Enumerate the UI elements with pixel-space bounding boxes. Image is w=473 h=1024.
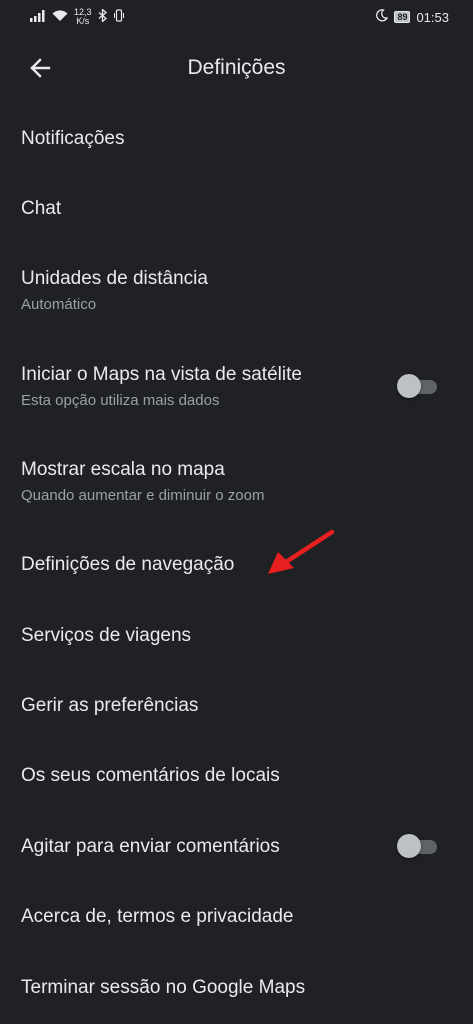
battery-icon: 89 [394, 11, 411, 23]
page-title: Definições [187, 56, 286, 79]
settings-item-map-scale[interactable]: Mostrar escala no mapa Quando aumentar e… [0, 459, 473, 504]
settings-item-subtitle: Quando aumentar e diminuir o zoom [21, 487, 265, 504]
settings-item-title: Terminar sessão no Google Maps [21, 977, 306, 998]
settings-item-title: Definições de navegação [21, 554, 235, 575]
vibrate-icon [113, 9, 124, 25]
status-bar: 12,3 K/s 89 01:53 [0, 0, 473, 34]
settings-item-satellite-view[interactable]: Iniciar o Maps na vista de satélite Esta… [0, 364, 473, 420]
toggle-thumb [397, 834, 421, 858]
settings-item-about[interactable]: Acerca de, termos e privacidade [0, 906, 473, 928]
app-bar: Definições [0, 34, 473, 106]
settings-item-shake-feedback[interactable]: Agitar para enviar comentários [0, 834, 473, 866]
settings-item-subtitle: Automático [21, 296, 97, 313]
bluetooth-icon [98, 8, 108, 25]
settings-item-title: Mostrar escala no mapa [21, 459, 225, 480]
status-left: 12,3 K/s [30, 8, 124, 26]
settings-item-sign-out[interactable]: Terminar sessão no Google Maps [0, 977, 473, 999]
settings-item-chat[interactable]: Chat [0, 198, 473, 220]
shake-feedback-toggle[interactable] [397, 834, 437, 858]
settings-item-title: Serviços de viagens [21, 625, 192, 646]
settings-item-title: Os seus comentários de locais [21, 765, 280, 786]
settings-item-distance-units[interactable]: Unidades de distância Automático [0, 268, 473, 313]
settings-item-travel-services[interactable]: Serviços de viagens [0, 625, 473, 647]
settings-item-title: Notificações [21, 128, 125, 149]
settings-item-title: Unidades de distância [21, 268, 208, 289]
wifi-icon [52, 9, 68, 25]
settings-item-place-reviews[interactable]: Os seus comentários de locais [0, 765, 473, 787]
settings-item-notifications[interactable]: Notificações [0, 128, 473, 150]
signal-icon [30, 9, 46, 25]
moon-icon [375, 9, 389, 25]
settings-item-preferences[interactable]: Gerir as preferências [0, 695, 473, 717]
status-right: 89 01:53 [375, 9, 449, 25]
settings-item-title: Acerca de, termos e privacidade [21, 906, 294, 927]
settings-item-title: Chat [21, 198, 62, 219]
annotation-arrow-icon [268, 529, 335, 574]
settings-item-title: Gerir as preferências [21, 695, 199, 716]
network-speed: 12,3 K/s [74, 8, 92, 26]
toggle-thumb [397, 374, 421, 398]
network-speed-unit: K/s [76, 16, 90, 26]
settings-item-navigation[interactable]: Definições de navegação [0, 554, 473, 576]
satellite-view-toggle[interactable] [397, 374, 437, 398]
status-time: 01:53 [416, 9, 449, 25]
